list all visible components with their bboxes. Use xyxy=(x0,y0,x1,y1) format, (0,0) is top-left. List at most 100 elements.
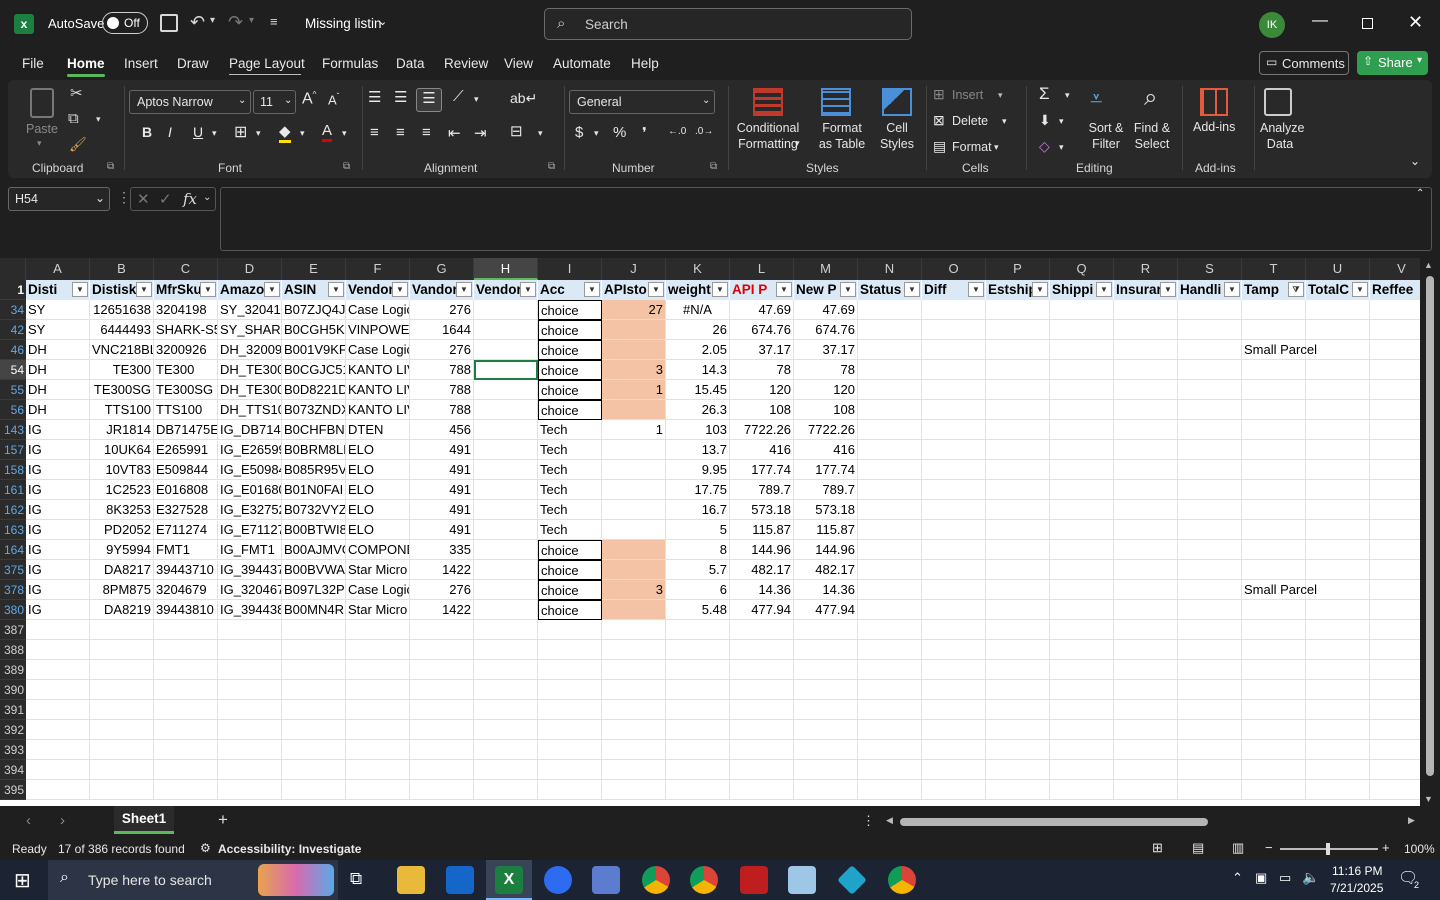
cell-j56[interactable] xyxy=(602,400,666,420)
cell-g161[interactable]: 491 xyxy=(410,480,474,500)
cell-g158[interactable]: 491 xyxy=(410,460,474,480)
cell-m395[interactable] xyxy=(794,780,858,800)
cell-j164[interactable] xyxy=(602,540,666,560)
cell-t164[interactable] xyxy=(1242,540,1306,560)
filter-dropdown-icon[interactable]: ▼ xyxy=(904,282,920,297)
cell-r162[interactable] xyxy=(1114,500,1178,520)
cell-m394[interactable] xyxy=(794,760,858,780)
cell-n395[interactable] xyxy=(858,780,922,800)
number-format-select[interactable]: General ⌄ xyxy=(569,90,715,114)
cell-q375[interactable] xyxy=(1050,560,1114,580)
cell-n380[interactable] xyxy=(858,600,922,620)
cell-v162[interactable] xyxy=(1370,500,1420,520)
format-cells-label[interactable]: Format xyxy=(952,140,992,154)
cell-c56[interactable]: TTS100 xyxy=(154,400,218,420)
cell-u390[interactable] xyxy=(1306,680,1370,700)
cell-q393[interactable] xyxy=(1050,740,1114,760)
cell-k388[interactable] xyxy=(666,640,730,660)
cell-l161[interactable]: 789.7 xyxy=(730,480,794,500)
cell-b388[interactable] xyxy=(90,640,154,660)
cell-r54[interactable] xyxy=(1114,360,1178,380)
top-align-icon[interactable]: ☰ xyxy=(368,88,381,106)
cell-t54[interactable] xyxy=(1242,360,1306,380)
app-diamond-icon[interactable] xyxy=(837,865,867,895)
cell-r163[interactable] xyxy=(1114,520,1178,540)
column-header-k[interactable]: K xyxy=(666,258,730,280)
cell-m54[interactable]: 78 xyxy=(794,360,858,380)
cell-h391[interactable] xyxy=(474,700,538,720)
cell-c162[interactable]: E327528 xyxy=(154,500,218,520)
cell-p143[interactable] xyxy=(986,420,1050,440)
cell-g34[interactable]: 276 xyxy=(410,300,474,320)
cell-g389[interactable] xyxy=(410,660,474,680)
row-header[interactable]: 162 xyxy=(0,500,26,520)
cell-n163[interactable] xyxy=(858,520,922,540)
cell-m375[interactable]: 482.17 xyxy=(794,560,858,580)
notes-app-icon[interactable] xyxy=(788,866,816,894)
cell-i392[interactable] xyxy=(538,720,602,740)
row-header[interactable]: 378 xyxy=(0,580,26,600)
cell-f161[interactable]: ELO xyxy=(346,480,410,500)
formula-input[interactable] xyxy=(220,187,1432,251)
cell-k54[interactable]: 14.3 xyxy=(666,360,730,380)
cell-n164[interactable] xyxy=(858,540,922,560)
cell-i162[interactable]: Tech xyxy=(538,500,602,520)
cell-l46[interactable]: 37.17 xyxy=(730,340,794,360)
cell-d163[interactable]: IG_E71127 xyxy=(218,520,282,540)
cell-a164[interactable]: IG xyxy=(26,540,90,560)
cell-k143[interactable]: 103 xyxy=(666,420,730,440)
cell-o387[interactable] xyxy=(922,620,986,640)
chevron-down-icon[interactable]: ⌄ xyxy=(378,15,387,28)
cell-d55[interactable]: DH_TE300 xyxy=(218,380,282,400)
cell-r42[interactable] xyxy=(1114,320,1178,340)
filter-active-icon[interactable]: ⧩ xyxy=(1288,282,1304,297)
column-header-o[interactable]: O xyxy=(922,258,986,280)
cell-b392[interactable] xyxy=(90,720,154,740)
row-header[interactable]: 158 xyxy=(0,460,26,480)
cell-r393[interactable] xyxy=(1114,740,1178,760)
filter-dropdown-icon[interactable]: ▼ xyxy=(1352,282,1368,297)
tab-home[interactable]: Home xyxy=(67,56,105,71)
cell-s391[interactable] xyxy=(1178,700,1242,720)
row-header[interactable]: 395 xyxy=(0,780,26,800)
align-left-icon[interactable]: ≡ xyxy=(370,124,379,141)
cell-h157[interactable] xyxy=(474,440,538,460)
tab-draw[interactable]: Draw xyxy=(177,56,209,71)
filter-dropdown-icon[interactable]: ▼ xyxy=(456,282,472,297)
cell-p390[interactable] xyxy=(986,680,1050,700)
cell-l388[interactable] xyxy=(730,640,794,660)
cell-i164[interactable]: choice xyxy=(538,540,602,560)
cell-q394[interactable] xyxy=(1050,760,1114,780)
cell-v158[interactable] xyxy=(1370,460,1420,480)
cell-m380[interactable]: 477.94 xyxy=(794,600,858,620)
filter-dropdown-icon[interactable]: ▼ xyxy=(264,282,280,297)
cell-c388[interactable] xyxy=(154,640,218,660)
cell-e380[interactable]: B00MN4R xyxy=(282,600,346,620)
cell-j394[interactable] xyxy=(602,760,666,780)
cell-d56[interactable]: DH_TTS10 xyxy=(218,400,282,420)
cell-d388[interactable] xyxy=(218,640,282,660)
column-header-e[interactable]: E xyxy=(282,258,346,280)
cell-p392[interactable] xyxy=(986,720,1050,740)
name-box[interactable]: H54 ⌄ xyxy=(8,187,110,211)
cell-u54[interactable] xyxy=(1306,360,1370,380)
page-layout-view-icon[interactable]: ▤ xyxy=(1192,840,1204,856)
cell-j143[interactable]: 1 xyxy=(602,420,666,440)
select-all-corner[interactable] xyxy=(0,258,26,280)
tab-insert[interactable]: Insert xyxy=(124,56,158,71)
cell-s380[interactable] xyxy=(1178,600,1242,620)
cell-i380[interactable]: choice xyxy=(538,600,602,620)
cell-m46[interactable]: 37.17 xyxy=(794,340,858,360)
cell-e393[interactable] xyxy=(282,740,346,760)
cell-u380[interactable] xyxy=(1306,600,1370,620)
conditional-formatting-icon[interactable] xyxy=(753,88,783,116)
cell-c395[interactable] xyxy=(154,780,218,800)
cell-s157[interactable] xyxy=(1178,440,1242,460)
cell-k387[interactable] xyxy=(666,620,730,640)
cell-u375[interactable] xyxy=(1306,560,1370,580)
cell-r158[interactable] xyxy=(1114,460,1178,480)
cell-d54[interactable]: DH_TE300 xyxy=(218,360,282,380)
clock-date[interactable]: 7/21/2025 xyxy=(1330,881,1383,895)
zoom-level[interactable]: 100% xyxy=(1404,842,1435,856)
cell-t143[interactable] xyxy=(1242,420,1306,440)
